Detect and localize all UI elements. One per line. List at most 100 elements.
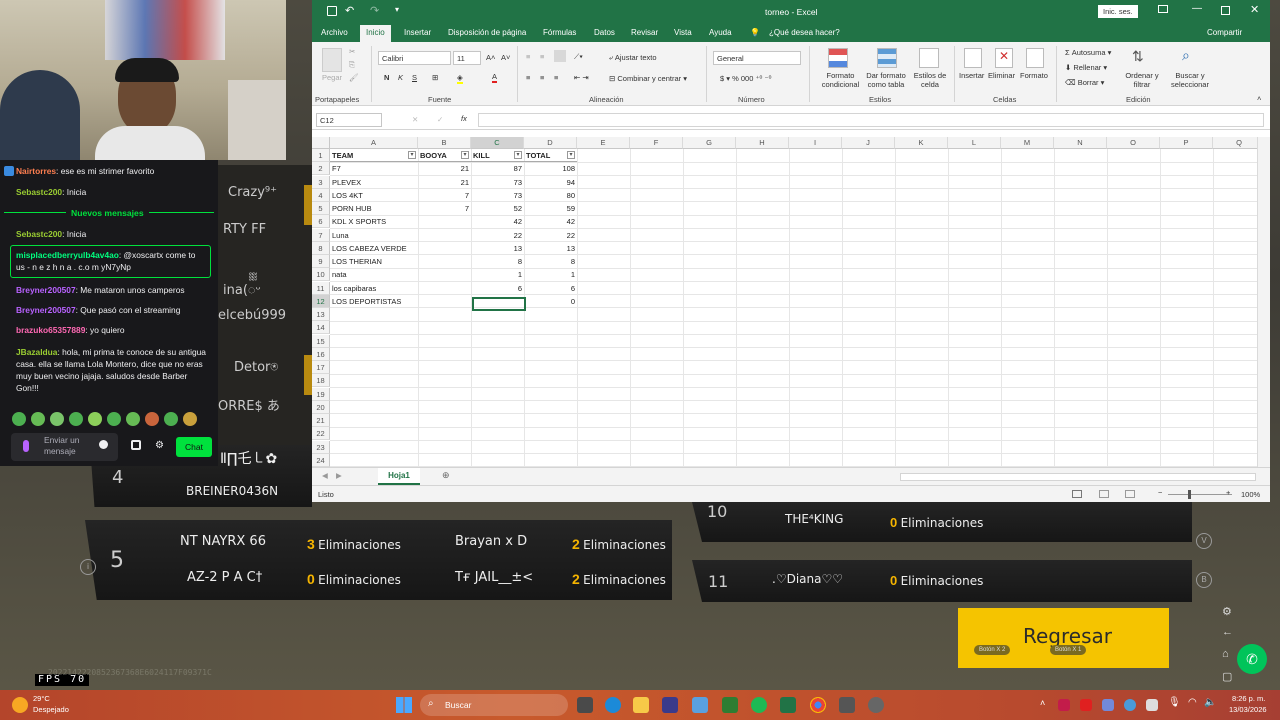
align-right-icon[interactable]: ≡ [554,73,558,82]
cell[interactable] [418,282,471,295]
cell[interactable]: PLEVEX [330,176,418,189]
decrease-font-icon[interactable]: A˅ [501,53,510,62]
currency-icon[interactable]: $ ▾ % 000 ⁺⁰ ⁻⁰ [720,74,771,83]
spreadsheet-grid[interactable]: ABCDEFGHIJKLMNOPQ 1 2 3 4 5 6 7 8 9 10 11 12 13 14 15 1… [312,137,1270,468]
weather-icon[interactable] [12,697,28,713]
vertical-scrollbar[interactable] [1257,137,1270,467]
zoom-slider[interactable] [1168,494,1232,495]
font-size-select[interactable]: 11 [453,51,481,65]
cell[interactable]: PORN HUB [330,202,418,215]
page-break-icon[interactable] [1125,490,1135,498]
row-header[interactable]: 2 [312,162,330,176]
tray-app-icon[interactable] [1058,699,1070,711]
sheet-tab-hoja1[interactable]: Hoja1 [378,468,420,485]
tab-vista[interactable]: Vista [674,28,692,37]
save-icon[interactable] [327,6,337,16]
column-header[interactable]: I [789,137,842,149]
tab-insertar[interactable]: Insertar [404,28,431,37]
cell[interactable]: LOS CABEZA VERDE [330,242,418,255]
chat-input[interactable]: Enviar un mensaje [11,433,118,461]
filter-dropdown-icon[interactable]: ▾ [514,151,522,159]
column-header[interactable]: G [683,137,736,149]
taskbar-search[interactable]: ⌕ Buscar [420,694,568,716]
row-header[interactable]: 18 [312,374,330,388]
cell[interactable]: 22 [524,229,577,242]
column-header[interactable]: D [524,137,577,149]
borders-icon[interactable]: ⊞ [432,73,438,82]
cell[interactable]: 22 [471,229,524,242]
cell[interactable]: 1 [471,268,524,281]
cell[interactable]: 59 [524,202,577,215]
align-top-icon[interactable]: ≡ [526,52,530,61]
settings-taskbar-icon[interactable] [868,697,884,713]
cell[interactable]: nata [330,268,418,281]
row-header[interactable]: 7 [312,228,330,242]
sign-in-button[interactable]: Inic. ses. [1098,5,1138,18]
column-header[interactable]: F [630,137,683,149]
confirm-entry-icon[interactable]: ✓ [437,115,443,124]
wifi-icon[interactable]: ◠ [1188,697,1197,708]
clock-date[interactable]: 13/03/2026 [1229,705,1267,714]
tab-revisar[interactable]: Revisar [631,28,658,37]
row-header[interactable]: 17 [312,361,330,374]
edge-icon[interactable] [605,697,621,713]
cell[interactable]: 108 [524,162,577,175]
row-header[interactable]: 9 [312,255,330,268]
delete-cells-icon[interactable]: ✕ [995,48,1013,68]
format-cells-icon[interactable] [1026,48,1044,68]
row-header[interactable]: 19 [312,387,330,401]
emote-picker-icon[interactable] [99,440,108,449]
cell[interactable] [418,229,471,242]
clock-time[interactable]: 8:26 p. m. [1232,694,1265,703]
wrap-text-button[interactable]: ⤶ Ajustar texto [609,53,657,63]
spotify-icon[interactable] [751,697,767,713]
app-icon[interactable] [839,697,855,713]
row-header[interactable]: 6 [312,215,330,229]
ribbon-display-icon[interactable] [1158,5,1168,13]
tab-formulas[interactable]: Fórmulas [543,28,576,37]
paste-icon[interactable] [322,48,342,72]
emote-row[interactable] [12,412,202,426]
bold-icon[interactable]: N [384,73,389,82]
share-button[interactable]: Compartir [1207,28,1242,37]
cell[interactable]: 6 [524,282,577,295]
row-header[interactable]: 14 [312,321,330,335]
formula-input[interactable] [478,113,1264,127]
cell[interactable]: KDL X SPORTS [330,215,418,228]
row-header[interactable]: 13 [312,308,330,321]
font-color-icon[interactable]: A [492,72,498,83]
cell[interactable]: 7 [418,202,471,215]
column-header[interactable]: M [1001,137,1054,149]
row-header[interactable]: 1 [312,149,330,162]
select-all-corner[interactable] [312,137,330,149]
row-header[interactable]: 21 [312,414,330,427]
column-header[interactable]: J [842,137,895,149]
maximize-icon[interactable] [1221,6,1230,15]
row-header[interactable]: 10 [312,268,330,282]
cell-styles-button[interactable]: Estilos de celda [912,71,948,89]
tab-archivo[interactable]: Archivo [321,28,348,37]
row-header[interactable]: 8 [312,241,330,255]
cell[interactable]: 87 [471,162,524,175]
increase-font-icon[interactable]: A˄ [486,53,495,62]
fill-button[interactable]: ⬇ Rellenar ▾ [1065,63,1107,72]
column-header[interactable]: H [736,137,789,149]
cell[interactable] [418,268,471,281]
align-middle-icon[interactable]: ≡ [540,52,544,61]
insert-function-icon[interactable]: fx [461,114,467,123]
page-layout-icon[interactable] [1099,490,1109,498]
name-box[interactable]: C12 [316,113,382,127]
row-header[interactable]: 20 [312,400,330,414]
align-bottom-icon[interactable] [554,50,566,62]
row-header[interactable]: 5 [312,202,330,215]
align-center-icon[interactable]: ≡ [540,73,544,82]
cell[interactable]: TEAM [330,149,418,162]
cell[interactable] [418,215,471,228]
format-painter-icon[interactable]: 🖌 [349,73,359,82]
row-header[interactable]: 24 [312,453,330,467]
format-table-icon[interactable] [877,48,897,68]
row-header[interactable]: 11 [312,281,330,295]
horizontal-scrollbar[interactable] [900,473,1256,481]
filter-dropdown-icon[interactable]: ▾ [567,151,575,159]
zoom-out-icon[interactable]: − [1158,488,1162,497]
